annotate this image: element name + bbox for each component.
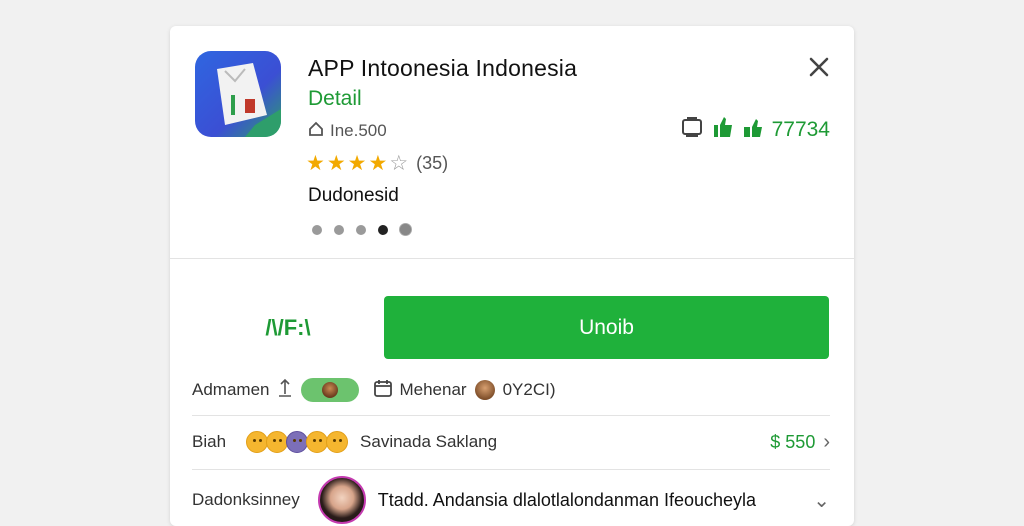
thumbs-up-icon[interactable] bbox=[712, 115, 734, 145]
calendar-icon bbox=[373, 378, 393, 403]
row1-label: Admamen bbox=[192, 380, 270, 399]
star-icon: ★ bbox=[326, 151, 346, 175]
carousel-dot[interactable] bbox=[312, 224, 322, 235]
info-row-1: Admamen Mehenar 0Y2CI) bbox=[192, 372, 830, 408]
app-title: APP Intoonesia Indonesia bbox=[308, 55, 578, 81]
chevron-right-icon[interactable]: › bbox=[823, 431, 830, 454]
star-icon: ★ bbox=[347, 151, 367, 175]
rating-count: (35) bbox=[416, 152, 449, 173]
divider bbox=[192, 469, 830, 470]
divider bbox=[170, 258, 854, 259]
star-empty-icon: ☆ bbox=[389, 151, 409, 175]
emoji-group bbox=[246, 431, 349, 453]
row3-label: Dadonksinney bbox=[192, 490, 300, 509]
emoji-icon bbox=[306, 431, 329, 453]
avatar bbox=[317, 476, 366, 524]
carousel-dot[interactable] bbox=[356, 224, 366, 235]
person-icon bbox=[277, 378, 293, 403]
developer-name: Dudonesid bbox=[308, 185, 399, 206]
star-icon: ★ bbox=[368, 151, 388, 175]
emoji-icon bbox=[286, 431, 309, 453]
close-icon[interactable] bbox=[806, 54, 832, 80]
avatar bbox=[474, 380, 495, 400]
carousel-dot[interactable] bbox=[334, 224, 344, 235]
app-detail-card: APP Intoonesia Indonesia Detail Ine.500 … bbox=[170, 26, 854, 526]
emoji-icon bbox=[266, 431, 289, 453]
status-pill[interactable] bbox=[301, 378, 360, 402]
tag-icon bbox=[308, 121, 324, 142]
stats-value: 77734 bbox=[771, 118, 830, 141]
divider bbox=[192, 415, 830, 416]
emoji-icon bbox=[326, 431, 349, 453]
row2-text: Savinada Saklang bbox=[360, 432, 498, 451]
price-value: $ 550 bbox=[770, 431, 816, 452]
app-stats: 77734 bbox=[680, 116, 830, 144]
row1-code: 0Y2CI) bbox=[502, 380, 556, 399]
info-row-3[interactable]: Dadonksinney Ttadd. Andansia dlalotlalon… bbox=[192, 476, 830, 524]
secondary-button[interactable]: /\/F:\ bbox=[198, 296, 378, 360]
phone-icon bbox=[680, 115, 704, 145]
row3-text: Ttadd. Andansia dlalotlalondanman Ifeouc… bbox=[377, 489, 757, 510]
star-icon: ★ bbox=[306, 151, 325, 175]
price: $ 550 › bbox=[770, 431, 830, 454]
carousel-dots bbox=[312, 224, 411, 235]
row2-label: Biah bbox=[192, 432, 227, 451]
app-size: Ine.500 bbox=[308, 121, 387, 141]
carousel-dot[interactable] bbox=[400, 224, 411, 235]
primary-button[interactable]: Unoib bbox=[384, 296, 829, 359]
row1-mid: Mehenar bbox=[399, 380, 467, 399]
info-row-2[interactable]: Biah Savinada Saklang $ 550 › bbox=[192, 424, 830, 460]
carousel-dot-active[interactable] bbox=[378, 224, 388, 235]
app-size-value: Ine.500 bbox=[330, 121, 387, 140]
avatar bbox=[322, 382, 339, 398]
chevron-down-icon[interactable]: ⌄ bbox=[813, 488, 830, 513]
share-icon[interactable] bbox=[742, 115, 764, 145]
rating: ★ ★ ★ ★ ☆ (35) bbox=[306, 151, 448, 175]
emoji-icon bbox=[246, 431, 269, 453]
detail-link[interactable]: Detail bbox=[308, 87, 362, 111]
app-icon bbox=[195, 51, 281, 137]
